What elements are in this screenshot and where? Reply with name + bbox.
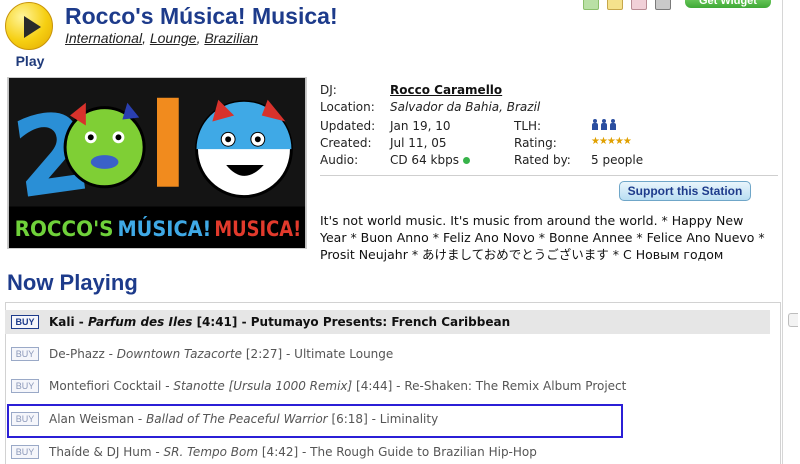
track-album: Ultimate Lounge bbox=[294, 347, 394, 361]
track-title: Parfum des Iles bbox=[87, 315, 193, 329]
buy-button[interactable]: BUY bbox=[11, 379, 39, 393]
location-value: Salvador da Bahia, Brazil bbox=[390, 100, 541, 114]
buy-button[interactable]: BUY bbox=[11, 445, 39, 459]
calendar-icon[interactable] bbox=[631, 0, 647, 10]
station-description: It's not world music. It's music from ar… bbox=[320, 213, 765, 262]
track-title: Downtown Tazacorte bbox=[116, 347, 243, 361]
track-row: BUY Montefiori Cocktail - Stanotte [Ursu… bbox=[5, 374, 770, 398]
buy-button[interactable]: BUY bbox=[11, 315, 39, 329]
track-duration: [4:42] bbox=[261, 445, 299, 459]
genre-link-brazilian[interactable]: Brazilian bbox=[204, 30, 258, 46]
artwork-caption-musica-1: MÚSICA! bbox=[117, 216, 211, 242]
mail-icon[interactable] bbox=[607, 0, 623, 10]
updated-label: Updated: bbox=[320, 119, 376, 133]
track-artist: Kali bbox=[49, 315, 75, 329]
track-row: BUY Thaíde & DJ Hum - SR. Tempo Bom [4:4… bbox=[5, 440, 770, 464]
created-label: Created: bbox=[320, 136, 372, 150]
track-duration: [2:27] bbox=[245, 347, 283, 361]
selection-highlight bbox=[7, 404, 623, 438]
person-icon bbox=[591, 119, 599, 130]
track-duration: [4:44] bbox=[356, 379, 393, 393]
audio-value: CD 64 kbps bbox=[390, 153, 470, 167]
track-album: The Rough Guide to Brazilian Hip-Hop bbox=[310, 445, 537, 459]
plus-icon[interactable] bbox=[583, 0, 599, 10]
track-album: Putumayo Presents: French Caribbean bbox=[250, 315, 511, 329]
location-label: Location: bbox=[320, 100, 375, 114]
online-status-icon bbox=[462, 157, 470, 164]
audio-label: Audio: bbox=[320, 153, 359, 167]
right-edge-divider bbox=[782, 0, 783, 464]
get-widget-button[interactable]: Get Widget bbox=[685, 0, 771, 8]
station-title: Rocco's Música! Musica! bbox=[65, 3, 338, 29]
track-album: Re-Shaken: The Remix Album Project bbox=[404, 379, 627, 393]
track-artist: Montefiori Cocktail bbox=[49, 379, 162, 393]
now-playing-heading: Now Playing bbox=[7, 270, 138, 295]
dj-name-link[interactable]: Rocco Caramello bbox=[390, 83, 502, 97]
track-title: SR. Tempo Bom bbox=[163, 445, 259, 459]
genre-link-international[interactable]: International bbox=[65, 30, 142, 46]
updated-value: Jan 19, 10 bbox=[390, 119, 451, 133]
genre-link-lounge[interactable]: Lounge bbox=[150, 30, 197, 46]
rating-label: Rating: bbox=[514, 136, 557, 150]
tlh-icons bbox=[591, 119, 617, 130]
person-icon bbox=[600, 119, 608, 130]
track-artist: Thaíde & DJ Hum bbox=[49, 445, 152, 459]
side-tab[interactable] bbox=[788, 313, 798, 327]
artwork-caption-musica-2: MUSICA! bbox=[214, 217, 301, 242]
created-value: Jul 11, 05 bbox=[390, 136, 447, 150]
genre-links: International, Lounge, Brazilian bbox=[65, 30, 259, 46]
info-divider bbox=[320, 175, 778, 176]
track-row: BUY De-Phazz - Downtown Tazacorte [2:27]… bbox=[5, 342, 770, 366]
track-duration: [4:41] bbox=[196, 315, 238, 329]
person-icon bbox=[609, 119, 617, 130]
track-title: Stanotte [Ursula 1000 Remix] bbox=[173, 379, 353, 393]
station-artwork: 2 1 ROCCO'S MÚSICA! MUSICA! bbox=[7, 77, 307, 249]
buy-button[interactable]: BUY bbox=[11, 347, 39, 361]
cube-icon[interactable] bbox=[655, 0, 671, 10]
rated-by-value: 5 people bbox=[591, 153, 644, 167]
track-artist: De-Phazz bbox=[49, 347, 105, 361]
artwork-digit-1: 1 bbox=[157, 175, 167, 191]
artwork-caption-roccos: ROCCO'S bbox=[15, 217, 114, 242]
rating-stars[interactable]: ★★★★★ bbox=[591, 136, 632, 147]
play-button[interactable]: Play bbox=[5, 2, 55, 69]
toolbar: Get Widget bbox=[583, 0, 771, 10]
dj-label: DJ: bbox=[320, 83, 337, 97]
support-station-button[interactable]: Support this Station bbox=[619, 181, 751, 201]
track-row-current: BUY Kali - Parfum des Iles [4:41] - Putu… bbox=[5, 310, 770, 334]
play-label[interactable]: Play bbox=[5, 53, 55, 69]
audio-bitrate: CD 64 kbps bbox=[390, 153, 459, 167]
rated-by-label: Rated by: bbox=[514, 153, 571, 167]
play-icon[interactable] bbox=[5, 2, 53, 50]
tlh-label: TLH: bbox=[514, 119, 542, 133]
